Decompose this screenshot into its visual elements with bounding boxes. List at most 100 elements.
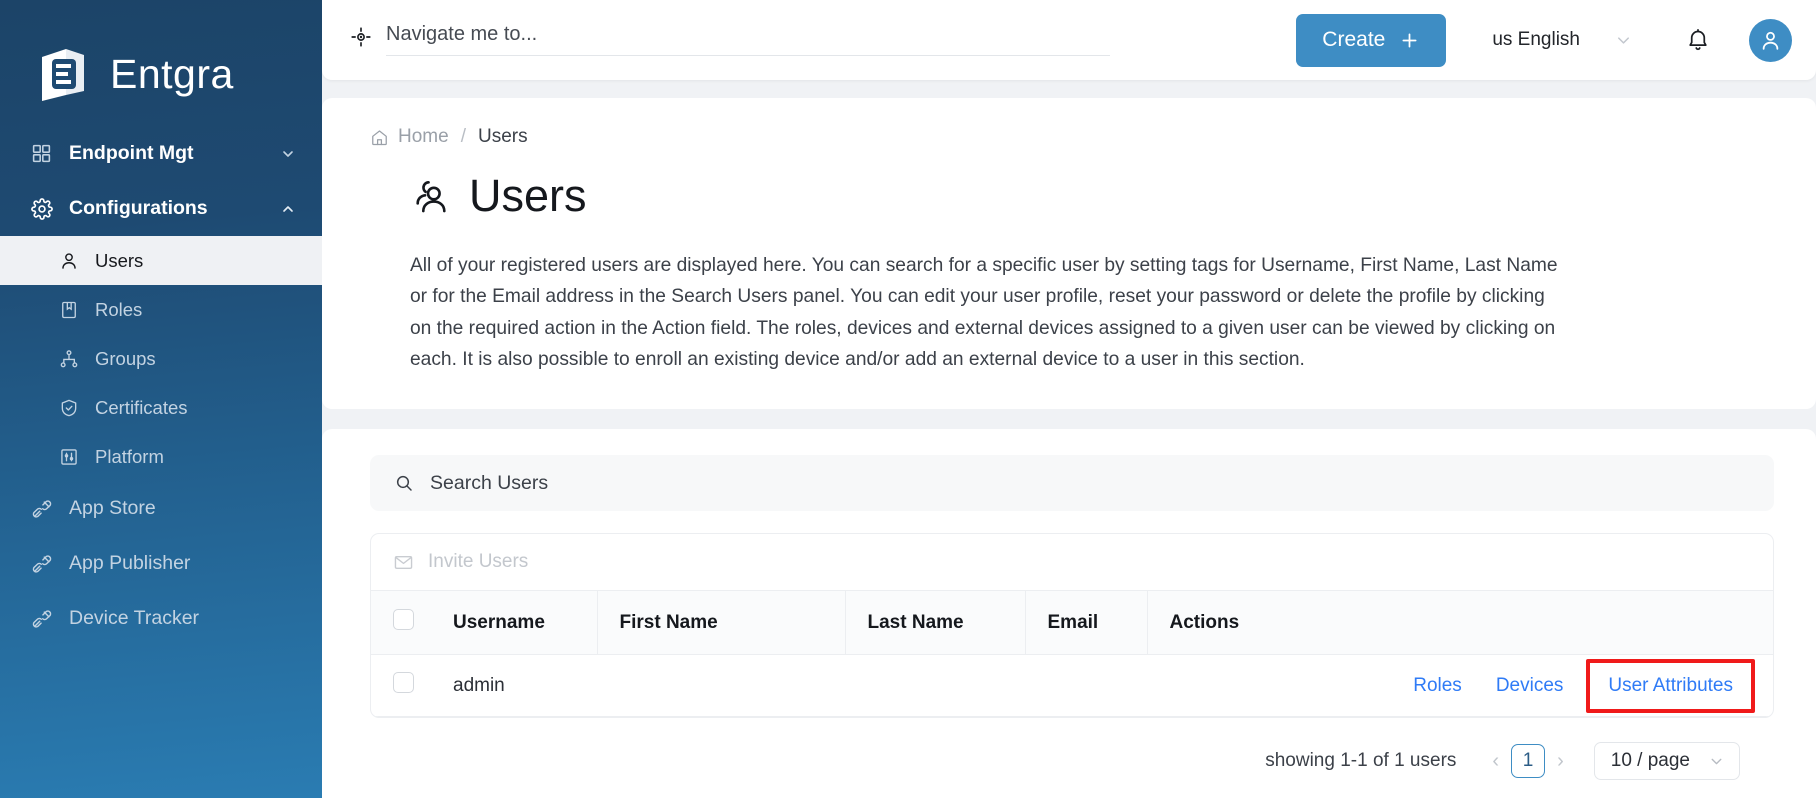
column-username[interactable]: Username: [431, 590, 597, 656]
sidebar-item-app-publisher[interactable]: App Publisher: [0, 536, 322, 591]
breadcrumb-home[interactable]: Home: [370, 126, 449, 148]
shield-check-icon: [58, 397, 80, 419]
action-devices-link[interactable]: Devices: [1479, 675, 1581, 697]
gps-crosshair-icon: [350, 26, 372, 48]
page-description: All of your registered users are display…: [410, 255, 1558, 370]
cell-last-name: [845, 654, 1025, 718]
sidebar-item-label: App Publisher: [69, 552, 191, 574]
sidebar-item-label: Platform: [95, 445, 164, 467]
action-roles-link[interactable]: Roles: [1396, 675, 1479, 697]
sidebar-item-label: Groups: [95, 347, 156, 369]
sidebar: Entgra Endpoint Mgt Configurations Users…: [0, 0, 322, 798]
search-icon: [394, 473, 414, 493]
sidebar-item-device-tracker[interactable]: Device Tracker: [0, 591, 322, 646]
sidebar-item-label: App Store: [69, 497, 156, 519]
users-table: Username First Name Last Name Email Acti…: [371, 590, 1773, 718]
cell-first-name: [597, 654, 845, 718]
column-last-name[interactable]: Last Name: [844, 590, 1025, 656]
page-size-selector[interactable]: 10 / page: [1593, 742, 1740, 781]
top-bar: Create us English: [322, 0, 1816, 80]
external-link-icon: [30, 607, 53, 630]
breadcrumb-separator: /: [460, 126, 466, 147]
invite-users-label: Invite Users: [428, 551, 529, 573]
chevron-right-icon[interactable]: ›: [1545, 750, 1576, 773]
bell-icon[interactable]: [1685, 26, 1711, 54]
sidebar-item-groups[interactable]: Groups: [0, 334, 322, 383]
grid-icon: [30, 142, 53, 165]
sidebar-item-label: Users: [95, 249, 144, 271]
brand-logo[interactable]: Entgra: [0, 0, 322, 120]
user-avatar-icon: [1758, 28, 1783, 53]
sidebar-item-app-store[interactable]: App Store: [0, 481, 322, 536]
navigate-search[interactable]: [350, 22, 1110, 58]
search-users-placeholder: Search Users: [430, 471, 549, 494]
column-spacer: [1267, 590, 1773, 656]
cell-email: [1025, 654, 1147, 718]
home-icon: [370, 128, 389, 147]
sidebar-item-configurations[interactable]: Configurations: [0, 181, 322, 236]
app-root: Entgra Endpoint Mgt Configurations Users…: [0, 0, 1816, 798]
gear-icon: [30, 197, 53, 220]
sidebar-item-roles[interactable]: Roles: [0, 285, 322, 334]
table-header-row: Username First Name Last Name Email Acti…: [371, 590, 1773, 656]
page-size-label: 10 / page: [1610, 750, 1690, 772]
column-email[interactable]: Email: [1024, 590, 1147, 656]
cell-actions: Roles Devices User Attributes: [1147, 654, 1773, 718]
pagination: showing 1-1 of 1 users ‹ 1 › 10 / page: [348, 718, 1774, 781]
row-select-cell: [371, 654, 431, 718]
invite-users-button[interactable]: Invite Users: [371, 534, 1773, 590]
sidebar-item-label: Endpoint Mgt: [69, 142, 194, 164]
pagination-count: showing 1-1 of 1 users: [1265, 750, 1457, 772]
table-row: admin Roles Devices User Attributes: [371, 654, 1773, 718]
chevron-down-icon: [1708, 753, 1725, 770]
chevron-down-icon[interactable]: [280, 146, 296, 162]
chevron-down-icon: [1614, 31, 1633, 50]
user-icon: [58, 250, 80, 272]
breadcrumb-home-label: Home: [398, 126, 449, 147]
page-title-label: Users: [469, 170, 587, 221]
brand-name: Entgra: [110, 50, 234, 97]
entgra-logo-icon: [32, 43, 94, 105]
column-actions[interactable]: Actions: [1146, 590, 1267, 656]
create-button-label: Create: [1322, 28, 1386, 51]
language-selector[interactable]: us English: [1492, 29, 1633, 51]
page-title: Users: [410, 170, 1774, 222]
chevron-up-icon[interactable]: [280, 201, 296, 217]
users-table-body: admin Roles Devices User Attributes: [371, 654, 1773, 718]
sidebar-item-label: Configurations: [69, 197, 208, 219]
sidebar-item-platform[interactable]: Platform: [0, 432, 322, 481]
breadcrumb-current: Users: [477, 126, 528, 147]
navigate-input[interactable]: [386, 22, 1110, 46]
users-table-card: Search Users Invite Users Username First…: [322, 429, 1816, 798]
sidebar-nav: Endpoint Mgt Configurations Users Roles …: [0, 126, 322, 646]
search-users-panel[interactable]: Search Users: [370, 455, 1774, 512]
navigate-input-wrap: [386, 22, 1110, 56]
users-icon: [410, 175, 452, 217]
book-icon: [58, 299, 80, 321]
column-first-name[interactable]: First Name: [596, 590, 845, 656]
action-user-attributes-link[interactable]: User Attributes: [1598, 675, 1743, 697]
external-link-icon: [30, 497, 53, 520]
envelope-icon: [393, 552, 414, 573]
group-icon: [58, 348, 80, 370]
cell-username: admin: [431, 654, 597, 718]
plus-icon: [1399, 30, 1420, 51]
chevron-left-icon[interactable]: ‹: [1480, 750, 1511, 773]
breadcrumb: Home / Users: [348, 126, 1774, 148]
sidebar-item-endpoint-mgt[interactable]: Endpoint Mgt: [0, 126, 322, 181]
row-action-links: Roles Devices User Attributes: [1396, 658, 1765, 713]
avatar[interactable]: [1749, 18, 1792, 62]
sliders-icon: [58, 446, 80, 468]
sidebar-item-certificates[interactable]: Certificates: [0, 383, 322, 432]
users-table-wrapper: Invite Users Username First Name Last Na…: [370, 533, 1774, 719]
top-bar-right: Create us English: [1296, 13, 1792, 67]
main-area: Create us English: [322, 0, 1816, 798]
users-table-head: Username First Name Last Name Email Acti…: [371, 590, 1773, 656]
select-all-header: [371, 590, 431, 656]
select-all-checkbox[interactable]: [393, 609, 414, 631]
sidebar-item-label: Roles: [95, 298, 143, 320]
create-button[interactable]: Create: [1296, 13, 1447, 67]
sidebar-item-users[interactable]: Users: [0, 236, 322, 285]
pagination-page-1[interactable]: 1: [1511, 744, 1546, 779]
row-checkbox[interactable]: [393, 672, 414, 694]
